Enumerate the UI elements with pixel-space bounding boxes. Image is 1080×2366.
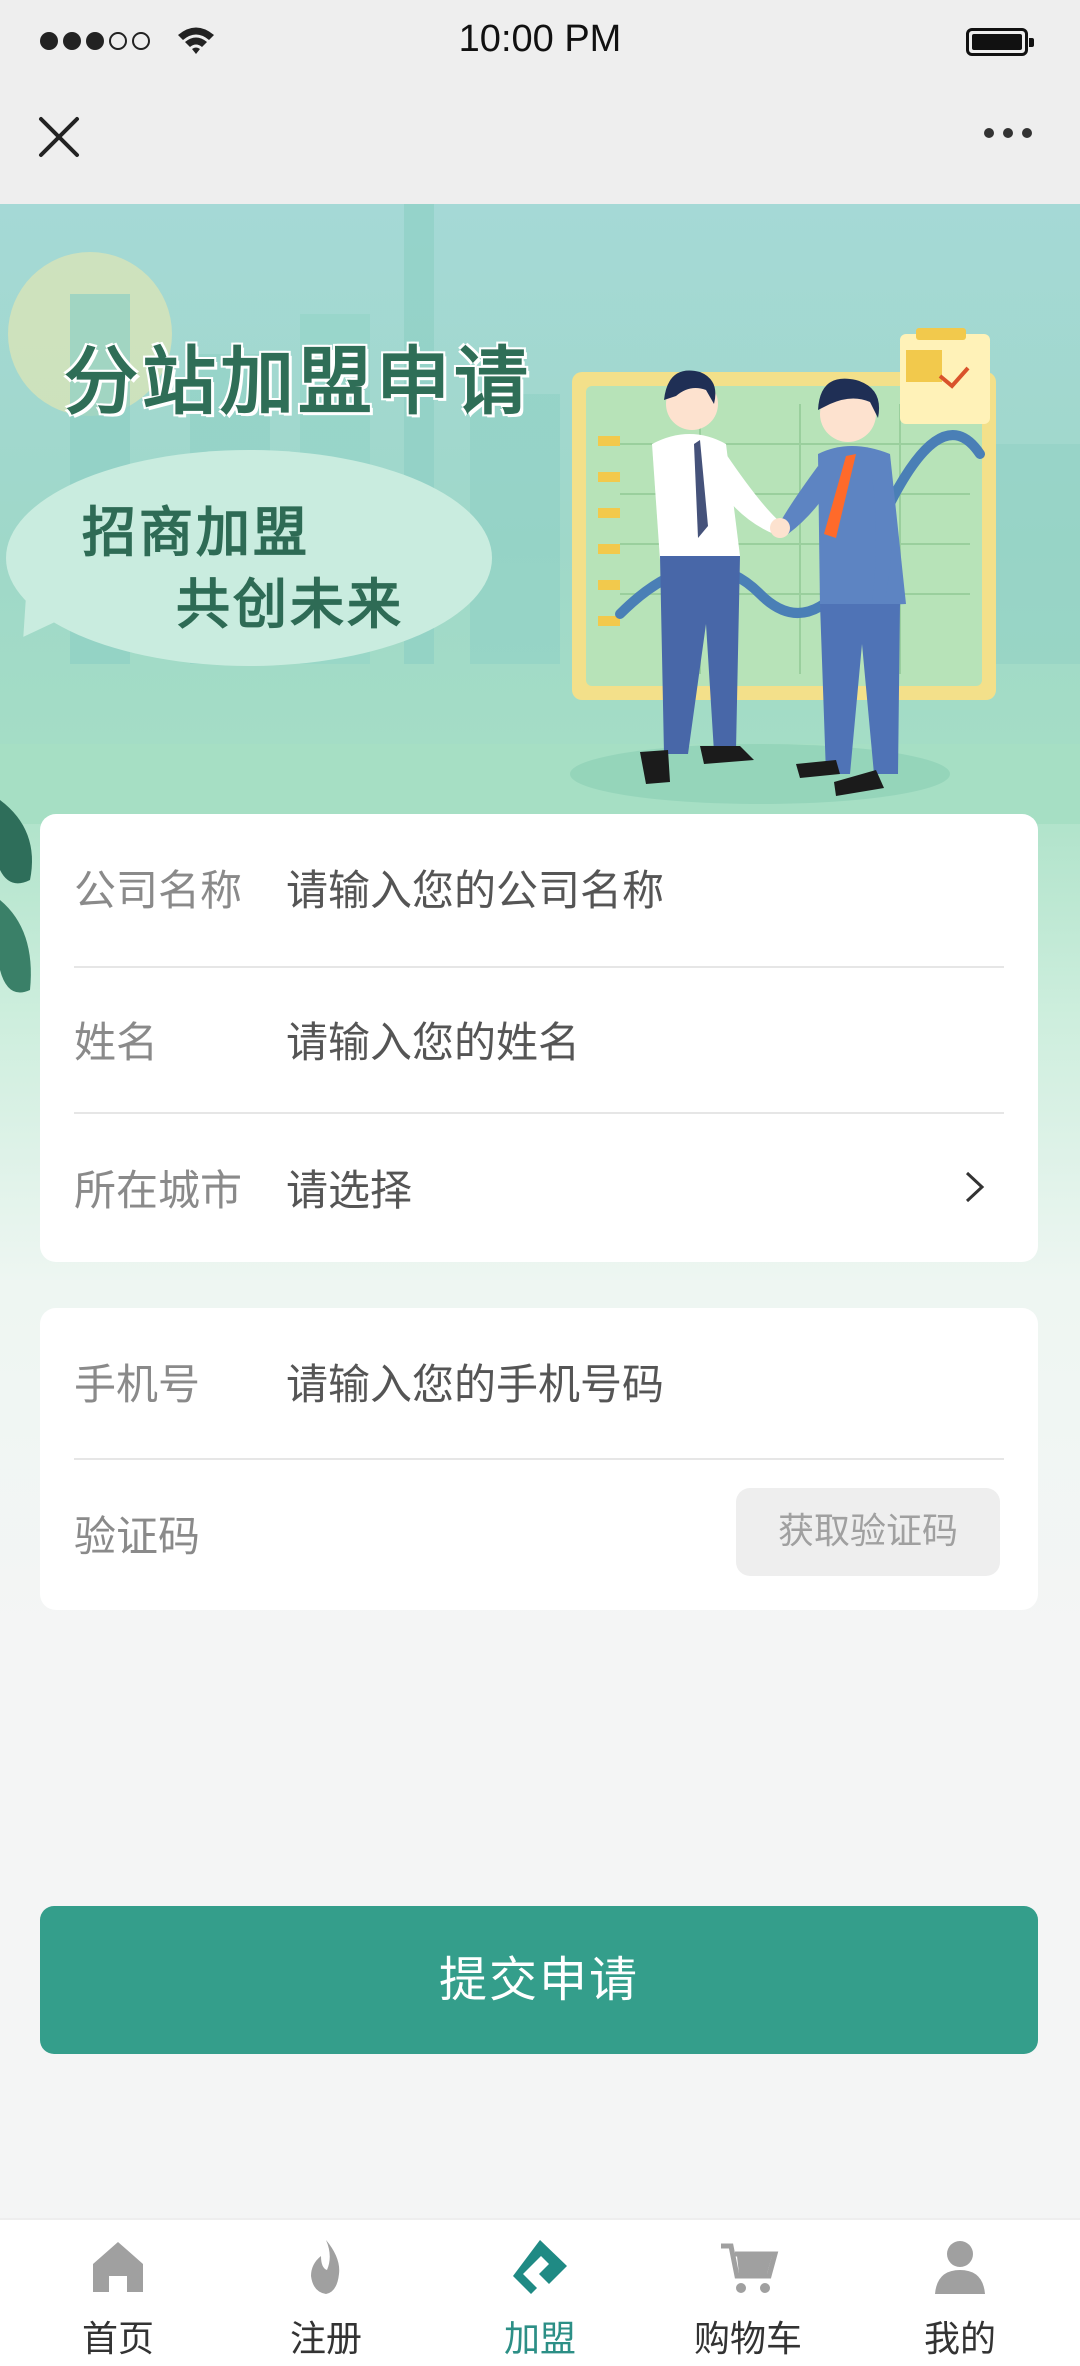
tab-mine-label: 我的 xyxy=(923,2319,996,2360)
banner: 分站加盟申请 招商加盟 共创未来 xyxy=(0,204,1080,824)
user-icon xyxy=(935,2241,985,2294)
phone-label: 手机号 xyxy=(74,1359,201,1409)
tab-cart[interactable]: 购物车 xyxy=(640,2220,856,2366)
tab-join-label: 加盟 xyxy=(503,2319,576,2360)
status-bar: 10:00 PM xyxy=(0,0,1080,84)
company-row[interactable]: 公司名称 请输入您的公司名称 xyxy=(74,814,1004,960)
slogan-line-2: 共创未来 xyxy=(176,572,404,636)
company-label: 公司名称 xyxy=(74,865,243,915)
tab-cart-label: 购物车 xyxy=(693,2319,802,2360)
get-code-button[interactable]: 获取验证码 xyxy=(736,1488,1000,1576)
more-icon[interactable] xyxy=(984,128,1032,138)
banner-title: 分站加盟申请 xyxy=(64,339,532,425)
tab-mine[interactable]: 我的 xyxy=(852,2220,1068,2366)
tab-home-label: 首页 xyxy=(81,2319,154,2360)
tab-home[interactable]: 首页 xyxy=(10,2220,226,2366)
status-time: 10:00 PM xyxy=(458,18,622,60)
basic-info-card: 公司名称 请输入您的公司名称 姓名 请输入您的姓名 所在城市 请选择 xyxy=(40,814,1038,1262)
company-input[interactable]: 请输入您的公司名称 xyxy=(286,857,664,918)
city-select[interactable]: 请选择 xyxy=(286,1157,412,1218)
tab-register-label: 注册 xyxy=(289,2319,362,2360)
tab-join[interactable]: 加盟 xyxy=(432,2220,648,2366)
name-input[interactable]: 请输入您的姓名 xyxy=(286,1009,580,1070)
nav-bar xyxy=(0,84,1080,204)
flame-icon xyxy=(311,2240,340,2294)
tab-register[interactable]: 注册 xyxy=(218,2220,434,2366)
phone-input[interactable]: 请输入您的手机号码 xyxy=(286,1351,664,1412)
slogan-line-1: 招商加盟 xyxy=(82,500,310,564)
tab-bar: 首页 注册 加盟 购物车 我的 xyxy=(0,2218,1080,2366)
city-row[interactable]: 所在城市 请选择 xyxy=(74,1114,1004,1260)
chevron-right-icon xyxy=(965,1171,985,1203)
battery-icon xyxy=(966,28,1034,56)
name-row[interactable]: 姓名 请输入您的姓名 xyxy=(74,966,1004,1112)
code-label: 验证码 xyxy=(74,1511,201,1561)
close-icon[interactable] xyxy=(36,114,82,160)
phone-row[interactable]: 手机号 请输入您的手机号码 xyxy=(74,1308,1004,1454)
contact-card: 手机号 请输入您的手机号码 验证码 获取验证码 xyxy=(40,1308,1038,1610)
submit-button[interactable]: 提交申请 xyxy=(40,1906,1038,2054)
home-icon xyxy=(93,2242,143,2292)
name-label: 姓名 xyxy=(74,1017,159,1067)
leaf-decoration xyxy=(0,800,32,993)
city-label: 所在城市 xyxy=(74,1165,243,1215)
cart-icon xyxy=(721,2243,779,2293)
join-icon xyxy=(513,2240,567,2294)
